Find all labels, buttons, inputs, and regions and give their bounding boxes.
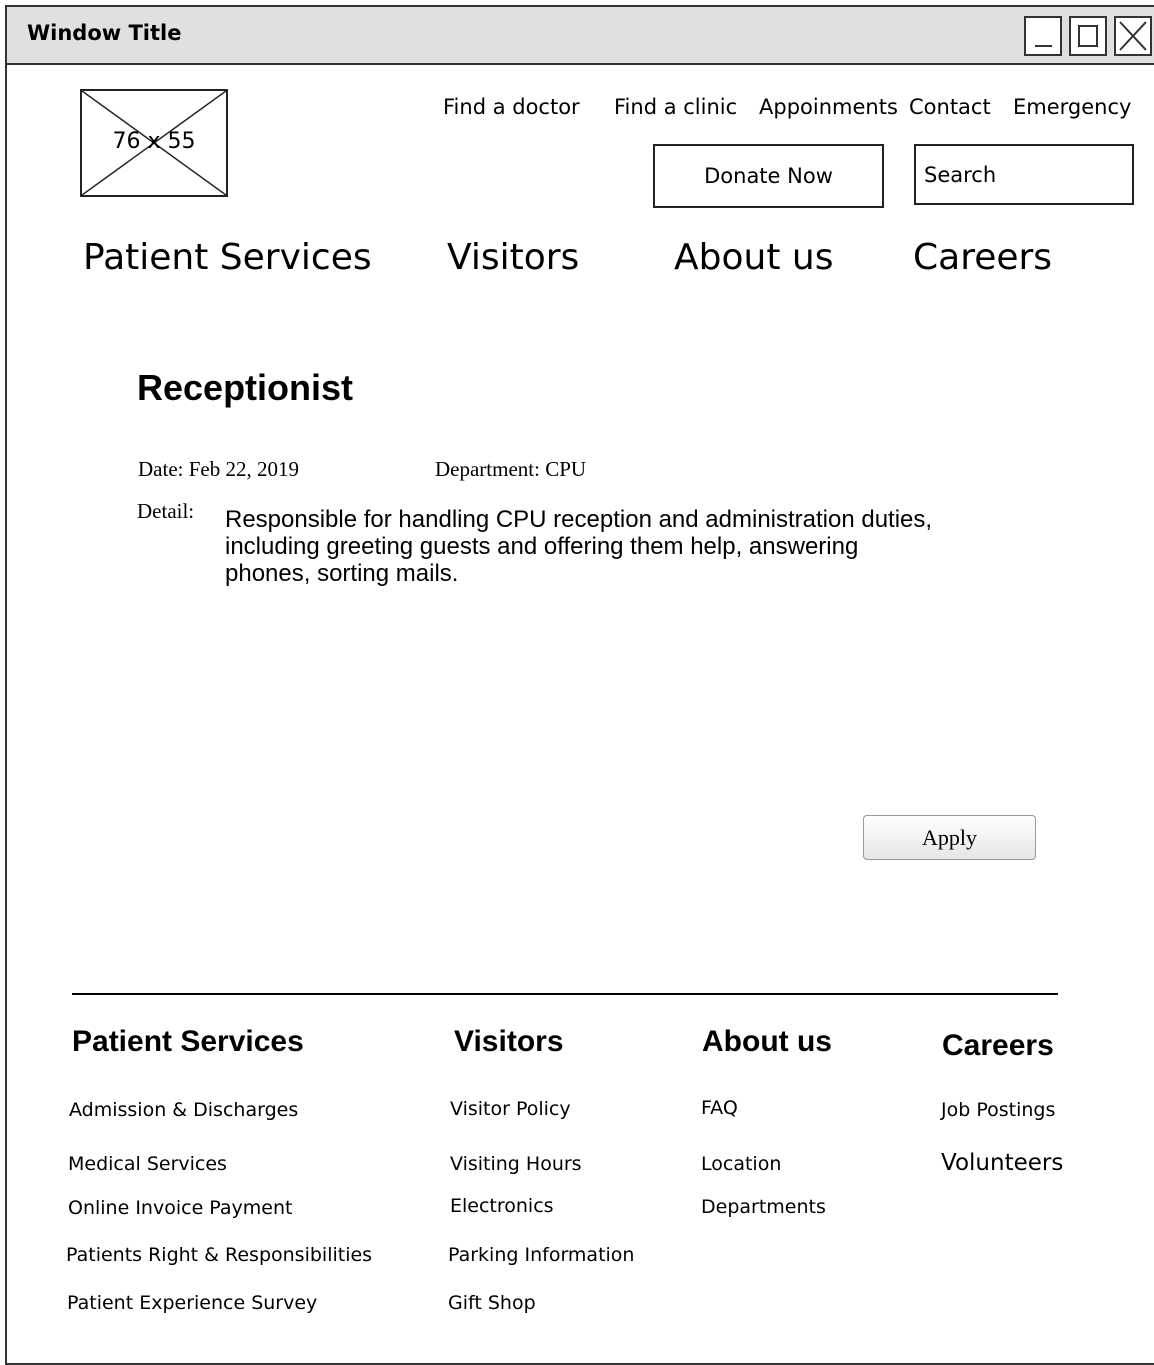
detail-label: Detail: <box>137 499 195 523</box>
browser-window: Window Title 76 x 55 Find a doctor Find … <box>5 5 1154 1365</box>
link-find-a-clinic[interactable]: Find a clinic <box>614 95 737 119</box>
footer-heading: Careers <box>942 1029 1054 1062</box>
logo-dimensions-label: 76 x 55 <box>112 129 196 154</box>
footer-heading: About us <box>702 1025 832 1058</box>
link-emergency[interactable]: Emergency <box>1013 95 1131 119</box>
close-icon[interactable] <box>1114 16 1152 56</box>
footer-heading: Patient Services <box>72 1025 304 1058</box>
footer-link[interactable]: Online Invoice Payment <box>68 1197 292 1219</box>
footer-divider <box>72 993 1058 995</box>
footer-heading: Visitors <box>454 1025 564 1058</box>
link-find-a-doctor[interactable]: Find a doctor <box>443 95 580 119</box>
footer-link[interactable]: Gift Shop <box>448 1292 536 1314</box>
link-appointments[interactable]: Appoinments <box>759 95 898 119</box>
minimize-icon[interactable] <box>1024 16 1062 56</box>
footer-link[interactable]: Admission & Discharges <box>69 1099 298 1121</box>
footer-link[interactable]: Job Postings <box>941 1099 1055 1121</box>
footer-column-visitors: Visitors <box>454 1025 564 1059</box>
job-department: Department: CPU <box>435 457 587 481</box>
footer-column-patient-services: Patient Services <box>72 1025 304 1059</box>
search-input[interactable] <box>914 144 1134 205</box>
detail-line: Responsible for handling CPU reception a… <box>225 506 933 533</box>
footer-column-about-us: About us <box>702 1025 832 1059</box>
footer-link[interactable]: FAQ <box>701 1097 738 1119</box>
footer-link[interactable]: Medical Services <box>68 1153 227 1175</box>
nav-careers[interactable]: Careers <box>913 237 1052 278</box>
job-title: Receptionist <box>137 367 354 408</box>
donate-now-button[interactable]: Donate Now <box>653 144 884 208</box>
footer-link[interactable]: Visitor Policy <box>450 1098 571 1120</box>
logo-placeholder-image: 76 x 55 <box>80 89 228 197</box>
apply-button[interactable]: Apply <box>863 815 1036 860</box>
footer-column-careers: Careers <box>942 1029 1054 1063</box>
nav-about-us[interactable]: About us <box>674 237 833 278</box>
footer-link[interactable]: Electronics <box>450 1195 554 1217</box>
footer-link[interactable]: Parking Information <box>448 1244 634 1266</box>
footer-link[interactable]: Patients Right & Responsibilities <box>66 1244 372 1266</box>
title-bar: Window Title <box>7 7 1154 65</box>
footer-link[interactable]: Volunteers <box>941 1150 1063 1176</box>
detail-line: including greeting guests and offering t… <box>225 533 859 560</box>
footer-link[interactable]: Visiting Hours <box>450 1153 582 1175</box>
job-date: Date: Feb 22, 2019 <box>138 457 299 481</box>
footer-link[interactable]: Location <box>701 1153 781 1175</box>
detail-line: phones, sorting mails. <box>225 560 459 587</box>
nav-visitors[interactable]: Visitors <box>447 237 579 278</box>
nav-patient-services[interactable]: Patient Services <box>83 237 372 278</box>
footer-link[interactable]: Departments <box>701 1196 826 1218</box>
footer-link[interactable]: Patient Experience Survey <box>67 1292 317 1314</box>
job-detail-text: Responsible for handling CPU reception a… <box>225 506 985 587</box>
window-title: Window Title <box>27 21 182 45</box>
link-contact[interactable]: Contact <box>909 95 991 119</box>
maximize-icon[interactable] <box>1069 16 1107 56</box>
